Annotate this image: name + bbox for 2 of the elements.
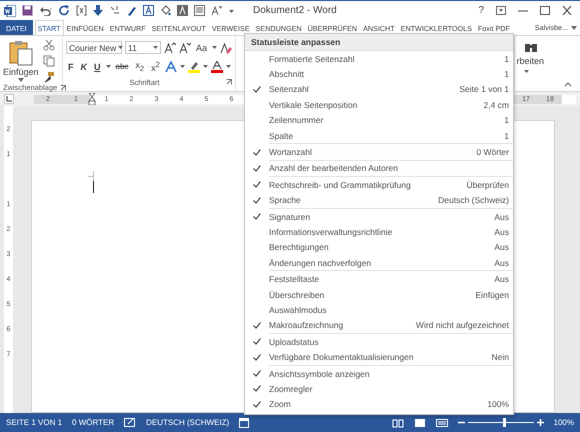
window-title: Dokument2 - Word [253,5,338,16]
menu-title: Statusleiste anpassen [245,34,513,51]
